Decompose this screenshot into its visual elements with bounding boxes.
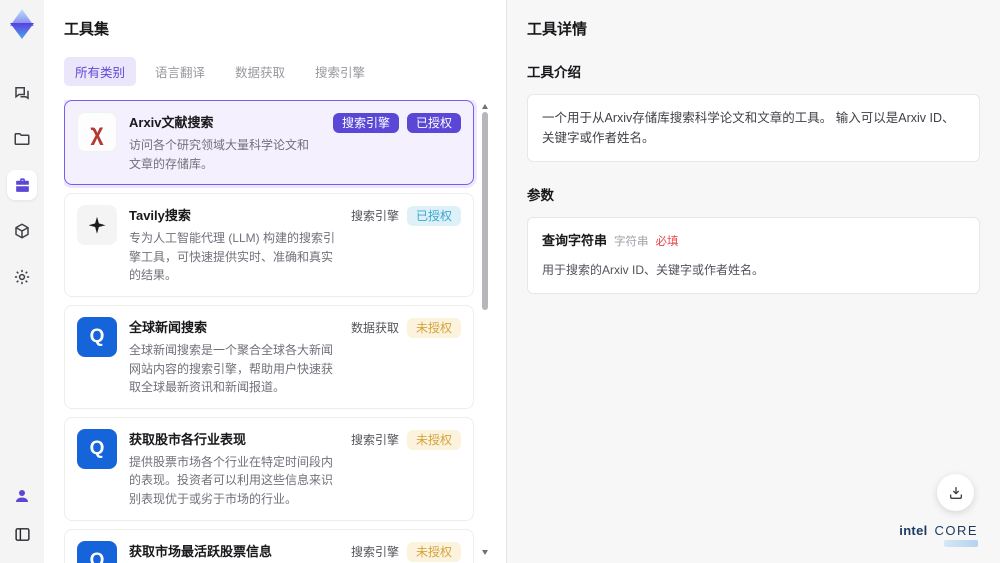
intro-card: 一个用于从Arxiv存储库搜索科学论文和文章的工具。 输入可以是Arxiv ID…: [527, 94, 980, 162]
brand-intel: intel: [899, 523, 928, 538]
param-required-badge: 必填: [655, 236, 679, 248]
tool-card[interactable]: Tavily搜索 专为人工智能代理 (LLM) 构建的搜索引擎工具，可快速提供实…: [64, 193, 474, 297]
tool-auth-badge: 未授权: [406, 317, 461, 338]
tool-detail-panel: 工具详情 工具介绍 一个用于从Arxiv存储库搜索科学论文和文章的工具。 输入可…: [506, 0, 1000, 563]
tool-description: 提供股票市场各个行业在特定时间段内的表现。投资者可以利用这些信息来识别表现优于或…: [129, 454, 334, 506]
tool-card[interactable]: Arxiv文献搜索 访问各个研究领域大量科学论文和文章的存储库。 搜索引擎 已授…: [64, 100, 474, 186]
tool-auth-badge: 未授权: [406, 429, 461, 450]
tool-auth-badge: 已授权: [406, 206, 461, 227]
sidebar: [0, 0, 44, 563]
tool-list: Arxiv文献搜索 访问各个研究领域大量科学论文和文章的存储库。 搜索引擎 已授…: [64, 100, 490, 563]
tool-description: 全球新闻搜索是一个聚合全球各大新闻网站内容的搜索引擎，帮助用户快速获取全球最新资…: [129, 342, 334, 395]
list-scrollbar[interactable]: [480, 100, 490, 563]
tab-2[interactable]: 数据获取: [224, 57, 296, 86]
chat-icon[interactable]: [7, 78, 37, 108]
tool-name: 获取股市各行业表现: [129, 431, 247, 447]
scroll-down-icon[interactable]: [482, 550, 488, 555]
cube-icon[interactable]: [7, 216, 37, 246]
tool-name: 全球新闻搜索: [129, 319, 208, 335]
app-window: 工具集 所有类别语言翻译数据获取搜索引擎 Arxiv文献搜索 访问各个研究领域大…: [0, 0, 1000, 563]
tavily-icon: [77, 205, 117, 246]
tool-description: 访问各个研究领域大量科学论文和文章的存储库。: [129, 138, 310, 171]
download-icon: [949, 486, 962, 499]
tool-auth-badge: 已授权: [406, 113, 461, 133]
brand-ultra-mark: [944, 540, 978, 547]
tool-category-tag: 搜索引擎: [350, 209, 399, 224]
tool-auth-badge: 未授权: [406, 541, 461, 562]
tool-category-tag: 数据获取: [350, 320, 399, 335]
tool-card[interactable]: 全球新闻搜索 全球新闻搜索是一个聚合全球各大新闻网站内容的搜索引擎，帮助用户快速…: [64, 304, 474, 409]
param-name: 查询字符串: [542, 233, 608, 248]
brand-core: core: [934, 523, 978, 538]
param-type: 字符串: [614, 236, 649, 248]
tool-list-panel: 工具集 所有类别语言翻译数据获取搜索引擎 Arxiv文献搜索 访问各个研究领域大…: [44, 0, 506, 563]
user-avatar-icon[interactable]: [7, 481, 37, 511]
intro-text: 一个用于从Arxiv存储库搜索科学论文和文章的工具。 输入可以是Arxiv ID…: [542, 111, 955, 145]
gear-icon[interactable]: [7, 262, 37, 292]
tool-category-tag: 搜索引擎: [350, 432, 399, 447]
tool-card[interactable]: 获取市场最活跃股票信息 提供当天交易量最高的股票列表，投资者可以利用这些信息来识…: [64, 528, 474, 563]
news-blue-icon: [77, 428, 117, 469]
param-description: 用于搜索的Arxiv ID、关键字或作者姓名。: [542, 262, 765, 277]
tool-name: Tavily搜索: [129, 208, 191, 224]
scroll-up-icon[interactable]: [482, 104, 488, 109]
intel-core-logo: intel core: [899, 523, 978, 547]
intro-heading: 工具介绍: [527, 65, 581, 80]
tool-name: 获取市场最活跃股票信息: [129, 543, 273, 559]
news-blue-icon: [77, 316, 117, 357]
page-title: 工具集: [64, 21, 110, 38]
folder-icon[interactable]: [7, 124, 37, 154]
app-logo: [6, 8, 38, 40]
arxiv-icon: [77, 112, 117, 152]
collapse-panel-icon[interactable]: [7, 519, 37, 549]
tool-category-tag: 搜索引擎: [350, 544, 399, 559]
params-heading: 参数: [527, 188, 554, 203]
tool-name: Arxiv文献搜索: [129, 115, 214, 130]
tool-card[interactable]: 获取股市各行业表现 提供股票市场各个行业在特定时间段内的表现。投资者可以利用这些…: [64, 416, 474, 521]
toolbox-icon[interactable]: [7, 170, 37, 200]
tab-1[interactable]: 语言翻译: [144, 57, 216, 86]
tab-0[interactable]: 所有类别: [64, 57, 137, 86]
tab-3[interactable]: 搜索引擎: [304, 57, 376, 86]
param-card: 查询字符串 字符串 必填 用于搜索的Arxiv ID、关键字或作者姓名。: [527, 217, 980, 294]
download-button[interactable]: [937, 474, 974, 511]
detail-title: 工具详情: [527, 21, 588, 38]
category-tabs: 所有类别 语言翻译 数据获取 搜索引擎: [64, 57, 490, 86]
tool-category-tag: 搜索引擎: [332, 113, 399, 133]
news-blue-icon: [77, 540, 117, 563]
scrollbar-thumb[interactable]: [482, 112, 488, 310]
tool-description: 专为人工智能代理 (LLM) 构建的搜索引擎工具，可快速提供实时、准确和真实的结…: [129, 231, 336, 283]
